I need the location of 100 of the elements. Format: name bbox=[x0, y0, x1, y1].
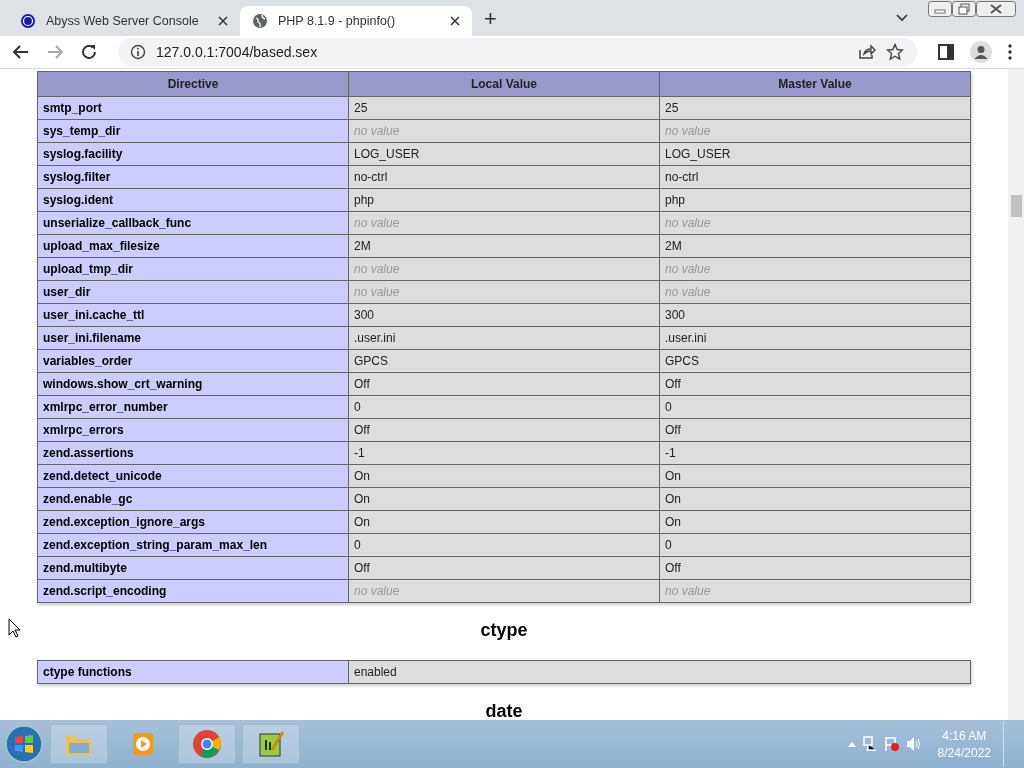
notepad-taskbar-icon[interactable] bbox=[242, 724, 300, 764]
close-icon[interactable] bbox=[976, 1, 1016, 17]
start-button[interactable] bbox=[4, 724, 44, 764]
value-cell: 25 bbox=[348, 96, 660, 120]
value-cell: no value bbox=[659, 257, 971, 281]
directive-cell: user_dir bbox=[37, 280, 349, 304]
directive-cell: variables_order bbox=[37, 349, 349, 373]
value-cell: 25 bbox=[659, 96, 971, 120]
value-cell: On bbox=[659, 464, 971, 488]
value-cell: no value bbox=[348, 119, 660, 143]
value-cell: On bbox=[348, 464, 660, 488]
value-cell: no-ctrl bbox=[348, 165, 660, 189]
restore-icon[interactable] bbox=[952, 1, 976, 17]
directive-cell: zend.multibyte bbox=[37, 556, 349, 580]
flag-icon[interactable] bbox=[883, 736, 900, 752]
minimize-icon[interactable] bbox=[928, 1, 952, 17]
directive-cell: syslog.ident bbox=[37, 188, 349, 212]
ring-icon bbox=[20, 13, 36, 29]
value-cell: 0 bbox=[659, 395, 971, 419]
globe-icon bbox=[252, 13, 268, 29]
star-icon[interactable] bbox=[886, 43, 904, 61]
directive-cell: syslog.facility bbox=[37, 142, 349, 166]
value-cell: On bbox=[659, 510, 971, 534]
value-cell: .user.ini bbox=[659, 326, 971, 350]
section-heading: date bbox=[484, 701, 524, 720]
value-cell: no value bbox=[348, 579, 660, 603]
value-cell: no-ctrl bbox=[659, 165, 971, 189]
close-icon[interactable] bbox=[450, 16, 460, 26]
side-panel-icon[interactable] bbox=[938, 44, 954, 60]
value-cell: no value bbox=[348, 280, 660, 304]
close-icon[interactable] bbox=[218, 16, 228, 26]
value-cell: -1 bbox=[659, 441, 971, 465]
value-cell: Off bbox=[348, 372, 660, 396]
menu-icon[interactable] bbox=[1008, 44, 1012, 60]
value-cell: On bbox=[348, 510, 660, 534]
directive-cell: user_ini.filename bbox=[37, 326, 349, 350]
section-heading: ctype bbox=[479, 620, 529, 641]
share-icon[interactable] bbox=[858, 44, 876, 60]
address-bar[interactable]: 127.0.0.1:7004/based.sex bbox=[118, 38, 918, 66]
directive-cell: zend.exception_string_param_max_len bbox=[37, 533, 349, 557]
value-cell: GPCS bbox=[348, 349, 660, 373]
value-cell: no value bbox=[348, 211, 660, 235]
column-header: Local Value bbox=[348, 71, 660, 97]
value-cell: php bbox=[659, 188, 971, 212]
browser-tab[interactable]: PHP 8.1.9 - phpinfo() bbox=[240, 6, 472, 36]
value-cell: 300 bbox=[348, 303, 660, 327]
value-cell: no value bbox=[659, 119, 971, 143]
value-cell: Off bbox=[348, 556, 660, 580]
forward-icon[interactable] bbox=[46, 43, 64, 61]
value-cell: LOG_USER bbox=[348, 142, 660, 166]
profile-icon[interactable] bbox=[970, 41, 992, 63]
value-cell: GPCS bbox=[659, 349, 971, 373]
value-cell: 0 bbox=[348, 395, 660, 419]
value-cell: On bbox=[659, 487, 971, 511]
value-cell: no value bbox=[348, 257, 660, 281]
value-cell: Off bbox=[659, 556, 971, 580]
clock-date: 8/24/2022 bbox=[937, 745, 991, 760]
new-tab-button[interactable]: + bbox=[472, 6, 509, 36]
directive-cell: zend.script_encoding bbox=[37, 579, 349, 603]
value-cell: no value bbox=[659, 280, 971, 304]
value-cell: php bbox=[348, 188, 660, 212]
value-cell: -1 bbox=[348, 441, 660, 465]
value-cell: Off bbox=[348, 418, 660, 442]
value-cell: Off bbox=[659, 372, 971, 396]
value-cell: Off bbox=[659, 418, 971, 442]
value-cell: .user.ini bbox=[348, 326, 660, 350]
directive-cell: syslog.filter bbox=[37, 165, 349, 189]
column-header: Directive bbox=[37, 71, 349, 97]
value-cell: On bbox=[348, 487, 660, 511]
value-cell: 0 bbox=[348, 533, 660, 557]
back-icon[interactable] bbox=[12, 43, 30, 61]
directive-cell: ctype functions bbox=[37, 660, 349, 684]
directive-cell: upload_tmp_dir bbox=[37, 257, 349, 281]
directive-cell: unserialize_callback_func bbox=[37, 211, 349, 235]
column-header: Master Value bbox=[659, 71, 971, 97]
directive-cell: windows.show_crt_warning bbox=[37, 372, 349, 396]
value-cell: 300 bbox=[659, 303, 971, 327]
directive-cell: zend.assertions bbox=[37, 441, 349, 465]
chrome-taskbar-icon[interactable] bbox=[178, 724, 236, 764]
value-cell: 2M bbox=[659, 234, 971, 258]
clock-time: 4:16 AM bbox=[942, 728, 987, 743]
directive-cell: upload_max_filesize bbox=[37, 234, 349, 258]
value-cell: LOG_USER bbox=[659, 142, 971, 166]
reload-icon[interactable] bbox=[80, 43, 98, 61]
mouse-pointer-icon bbox=[8, 618, 22, 638]
directive-cell: zend.exception_ignore_args bbox=[37, 510, 349, 534]
value-cell: no value bbox=[659, 579, 971, 603]
directive-cell: smtp_port bbox=[37, 96, 349, 120]
value-cell: no value bbox=[659, 211, 971, 235]
chevron-down-icon[interactable] bbox=[896, 14, 908, 22]
network-icon[interactable] bbox=[861, 736, 878, 752]
value-cell: 2M bbox=[348, 234, 660, 258]
scrollbar[interactable] bbox=[1008, 69, 1024, 720]
directive-cell: zend.enable_gc bbox=[37, 487, 349, 511]
info-icon bbox=[130, 44, 146, 60]
directive-cell: xmlrpc_errors bbox=[37, 418, 349, 442]
value-cell: 0 bbox=[659, 533, 971, 557]
browser-tab[interactable]: Abyss Web Server Console bbox=[8, 6, 240, 36]
directive-cell: zend.detect_unicode bbox=[37, 464, 349, 488]
directive-cell: xmlrpc_error_number bbox=[37, 395, 349, 419]
